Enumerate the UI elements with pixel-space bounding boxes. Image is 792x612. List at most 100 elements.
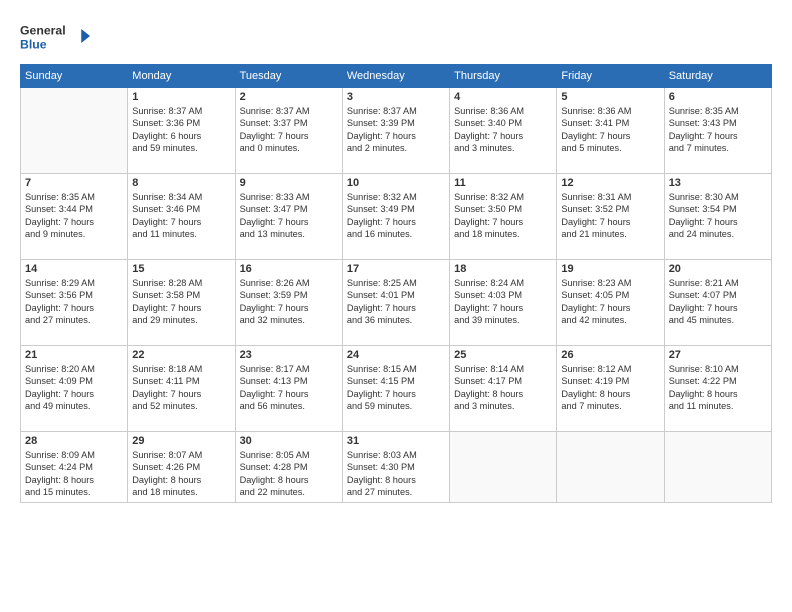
week-row-3: 14Sunrise: 8:29 AMSunset: 3:56 PMDayligh… (21, 260, 772, 346)
day-number: 28 (25, 435, 123, 447)
day-number: 13 (669, 177, 767, 189)
day-info: Sunrise: 8:36 AMSunset: 3:40 PMDaylight:… (454, 105, 552, 155)
day-number: 10 (347, 177, 445, 189)
day-info: Sunrise: 8:32 AMSunset: 3:50 PMDaylight:… (454, 191, 552, 241)
day-info: Sunrise: 8:15 AMSunset: 4:15 PMDaylight:… (347, 363, 445, 413)
day-cell: 22 Sunrise: 8:18 AMSunset: 4:11 PMDayligh… (128, 346, 235, 432)
day-cell: 31 Sunrise: 8:03 AMSunset: 4:30 PMDayligh… (342, 432, 449, 503)
day-info: Sunrise: 8:17 AMSunset: 4:13 PMDaylight:… (240, 363, 338, 413)
header: General Blue (20, 18, 772, 54)
day-cell: 16Sunrise: 8:26 AMSunset: 3:59 PMDayligh… (235, 260, 342, 346)
day-cell: 29Sunrise: 8:07 AMSunset: 4:26 PMDayligh… (128, 432, 235, 503)
day-cell: 2 Sunrise: 8:37 AMSunset: 3:37 PMDaylight… (235, 88, 342, 174)
day-info: Sunrise: 8:05 AMSunset: 4:28 PMDaylight:… (240, 449, 338, 499)
day-number: 25 (454, 349, 552, 361)
day-info: Sunrise: 8:29 AMSunset: 3:56 PMDaylight:… (25, 277, 123, 327)
day-cell: 14Sunrise: 8:29 AMSunset: 3:56 PMDayligh… (21, 260, 128, 346)
day-info: Sunrise: 8:28 AMSunset: 3:58 PMDaylight:… (132, 277, 230, 327)
day-cell: 7 Sunrise: 8:35 AMSunset: 3:44 PMDaylight… (21, 174, 128, 260)
day-cell: 20 Sunrise: 8:21 AMSunset: 4:07 PMDayligh… (664, 260, 771, 346)
day-info: Sunrise: 8:35 AMSunset: 3:43 PMDaylight:… (669, 105, 767, 155)
day-cell: 19Sunrise: 8:23 AMSunset: 4:05 PMDayligh… (557, 260, 664, 346)
week-row-1: 1 Sunrise: 8:37 AMSunset: 3:36 PMDaylight… (21, 88, 772, 174)
day-cell: 8Sunrise: 8:34 AMSunset: 3:46 PMDaylight… (128, 174, 235, 260)
day-number: 9 (240, 177, 338, 189)
day-info: Sunrise: 8:37 AMSunset: 3:36 PMDaylight:… (132, 105, 230, 155)
day-cell: 1 Sunrise: 8:37 AMSunset: 3:36 PMDaylight… (128, 88, 235, 174)
day-number: 19 (561, 263, 659, 275)
day-number: 5 (561, 91, 659, 103)
day-info: Sunrise: 8:31 AMSunset: 3:52 PMDaylight:… (561, 191, 659, 241)
day-cell (21, 88, 128, 174)
weekday-header-friday: Friday (557, 65, 664, 88)
day-info: Sunrise: 8:12 AMSunset: 4:19 PMDaylight:… (561, 363, 659, 413)
week-row-5: 28 Sunrise: 8:09 AMSunset: 4:24 PMDayligh… (21, 432, 772, 503)
day-cell: 11 Sunrise: 8:32 AMSunset: 3:50 PMDayligh… (450, 174, 557, 260)
weekday-header-tuesday: Tuesday (235, 65, 342, 88)
weekday-header-saturday: Saturday (664, 65, 771, 88)
day-number: 20 (669, 263, 767, 275)
day-number: 11 (454, 177, 552, 189)
day-info: Sunrise: 8:10 AMSunset: 4:22 PMDaylight:… (669, 363, 767, 413)
day-cell: 4 Sunrise: 8:36 AMSunset: 3:40 PMDaylight… (450, 88, 557, 174)
page: General Blue SundayMondayTuesdayWednesda… (0, 0, 792, 513)
day-cell: 30 Sunrise: 8:05 AMSunset: 4:28 PMDayligh… (235, 432, 342, 503)
day-cell: 27 Sunrise: 8:10 AMSunset: 4:22 PMDayligh… (664, 346, 771, 432)
week-row-2: 7 Sunrise: 8:35 AMSunset: 3:44 PMDaylight… (21, 174, 772, 260)
day-cell: 10 Sunrise: 8:32 AMSunset: 3:49 PMDayligh… (342, 174, 449, 260)
day-number: 4 (454, 91, 552, 103)
day-cell: 26 Sunrise: 8:12 AMSunset: 4:19 PMDayligh… (557, 346, 664, 432)
day-number: 15 (132, 263, 230, 275)
day-info: Sunrise: 8:18 AMSunset: 4:11 PMDaylight:… (132, 363, 230, 413)
day-number: 7 (25, 177, 123, 189)
day-cell: 3Sunrise: 8:37 AMSunset: 3:39 PMDaylight… (342, 88, 449, 174)
day-number: 23 (240, 349, 338, 361)
svg-text:General: General (20, 23, 66, 37)
day-number: 27 (669, 349, 767, 361)
day-info: Sunrise: 8:35 AMSunset: 3:44 PMDaylight:… (25, 191, 123, 241)
day-number: 31 (347, 435, 445, 447)
day-number: 17 (347, 263, 445, 275)
day-cell: 23 Sunrise: 8:17 AMSunset: 4:13 PMDayligh… (235, 346, 342, 432)
day-cell: 6 Sunrise: 8:35 AMSunset: 3:43 PMDaylight… (664, 88, 771, 174)
day-number: 2 (240, 91, 338, 103)
svg-text:Blue: Blue (20, 37, 47, 51)
day-info: Sunrise: 8:07 AMSunset: 4:26 PMDaylight:… (132, 449, 230, 499)
logo-svg: General Blue (20, 18, 90, 54)
day-number: 1 (132, 91, 230, 103)
day-number: 24 (347, 349, 445, 361)
weekday-header-wednesday: Wednesday (342, 65, 449, 88)
weekday-header-sunday: Sunday (21, 65, 128, 88)
day-info: Sunrise: 8:32 AMSunset: 3:49 PMDaylight:… (347, 191, 445, 241)
day-info: Sunrise: 8:25 AMSunset: 4:01 PMDaylight:… (347, 277, 445, 327)
weekday-header-row: SundayMondayTuesdayWednesdayThursdayFrid… (21, 65, 772, 88)
day-info: Sunrise: 8:09 AMSunset: 4:24 PMDaylight:… (25, 449, 123, 499)
day-cell: 17 Sunrise: 8:25 AMSunset: 4:01 PMDayligh… (342, 260, 449, 346)
weekday-header-thursday: Thursday (450, 65, 557, 88)
day-info: Sunrise: 8:37 AMSunset: 3:37 PMDaylight:… (240, 105, 338, 155)
day-number: 22 (132, 349, 230, 361)
day-number: 18 (454, 263, 552, 275)
day-number: 26 (561, 349, 659, 361)
day-cell: 21Sunrise: 8:20 AMSunset: 4:09 PMDayligh… (21, 346, 128, 432)
day-cell (557, 432, 664, 503)
day-number: 30 (240, 435, 338, 447)
day-cell: 12 Sunrise: 8:31 AMSunset: 3:52 PMDayligh… (557, 174, 664, 260)
day-cell: 9Sunrise: 8:33 AMSunset: 3:47 PMDaylight… (235, 174, 342, 260)
day-number: 3 (347, 91, 445, 103)
day-number: 16 (240, 263, 338, 275)
calendar-table: SundayMondayTuesdayWednesdayThursdayFrid… (20, 64, 772, 503)
day-info: Sunrise: 8:24 AMSunset: 4:03 PMDaylight:… (454, 277, 552, 327)
day-cell: 24 Sunrise: 8:15 AMSunset: 4:15 PMDayligh… (342, 346, 449, 432)
day-info: Sunrise: 8:30 AMSunset: 3:54 PMDaylight:… (669, 191, 767, 241)
day-cell: 18 Sunrise: 8:24 AMSunset: 4:03 PMDayligh… (450, 260, 557, 346)
day-info: Sunrise: 8:36 AMSunset: 3:41 PMDaylight:… (561, 105, 659, 155)
day-cell: 15 Sunrise: 8:28 AMSunset: 3:58 PMDayligh… (128, 260, 235, 346)
day-cell (450, 432, 557, 503)
week-row-4: 21Sunrise: 8:20 AMSunset: 4:09 PMDayligh… (21, 346, 772, 432)
day-info: Sunrise: 8:21 AMSunset: 4:07 PMDaylight:… (669, 277, 767, 327)
day-info: Sunrise: 8:03 AMSunset: 4:30 PMDaylight:… (347, 449, 445, 499)
day-number: 12 (561, 177, 659, 189)
weekday-header-monday: Monday (128, 65, 235, 88)
day-number: 6 (669, 91, 767, 103)
